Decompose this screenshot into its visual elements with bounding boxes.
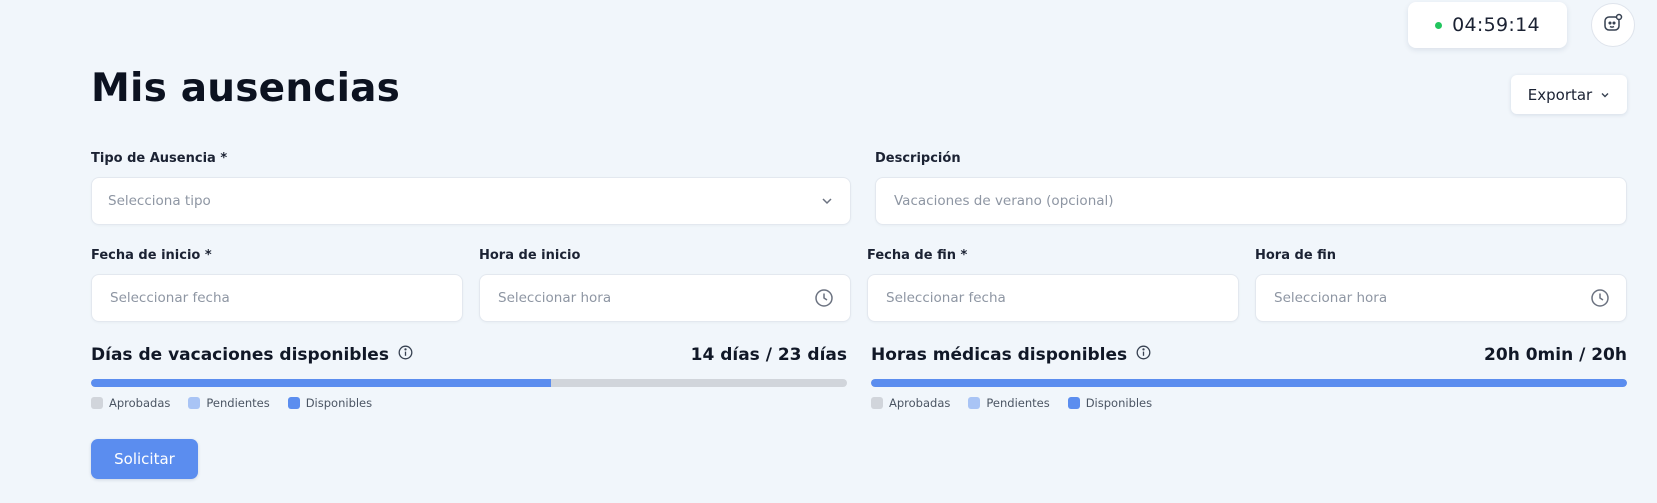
absence-type-select[interactable]: Selecciona tipo [91, 177, 851, 225]
legend-item-approved: Aprobadas [871, 396, 950, 410]
legend-label-approved: Aprobadas [109, 396, 171, 410]
description-placeholder: Vacaciones de verano (opcional) [894, 193, 1114, 209]
legend-item-available: Disponibles [1067, 396, 1153, 410]
medical-value: 20h 0min / 20h [1484, 345, 1627, 365]
description-input[interactable]: Vacaciones de verano (opcional) [875, 177, 1627, 225]
medical-section-title: Horas médicas disponibles [871, 345, 1151, 365]
start-time-input[interactable]: Seleccionar hora [479, 274, 851, 322]
export-button[interactable]: Exportar [1511, 75, 1627, 114]
start-date-placeholder: Seleccionar fecha [110, 290, 230, 306]
absence-type-label: Tipo de Ausencia * [91, 151, 228, 166]
start-time-placeholder: Seleccionar hora [498, 290, 612, 306]
work-timer[interactable]: 04:59:14 [1408, 2, 1567, 48]
end-time-placeholder: Seleccionar hora [1274, 290, 1388, 306]
legend-item-pending: Pendientes [968, 396, 1050, 410]
avatar-button[interactable] [1591, 3, 1635, 47]
vacation-value: 14 días / 23 días [690, 345, 847, 365]
vacation-legend: Aprobadas Pendientes Disponibles [91, 396, 372, 410]
clock-icon[interactable] [1590, 288, 1610, 308]
end-date-label: Fecha de fin * [867, 248, 968, 263]
end-time-input[interactable]: Seleccionar hora [1255, 274, 1627, 322]
legend-swatch-pending [968, 397, 981, 409]
end-date-placeholder: Seleccionar fecha [886, 290, 1006, 306]
clock-icon[interactable] [814, 288, 834, 308]
legend-label-available: Disponibles [305, 396, 373, 410]
legend-label-pending: Pendientes [206, 396, 270, 410]
legend-item-available: Disponibles [287, 396, 373, 410]
vacation-title-text: Días de vacaciones disponibles [91, 345, 389, 365]
submit-label: Solicitar [114, 450, 175, 468]
vacation-section-title: Días de vacaciones disponibles [91, 345, 413, 365]
timer-value: 04:59:14 [1452, 14, 1540, 36]
export-label: Exportar [1527, 85, 1593, 104]
legend-item-approved: Aprobadas [91, 396, 170, 410]
start-date-input[interactable]: Seleccionar fecha [91, 274, 463, 322]
start-date-label: Fecha de inicio * [91, 248, 212, 263]
user-status-icon [1602, 12, 1624, 38]
description-label: Descripción [875, 151, 961, 166]
page: 04:59:14 Mis ausencias Exportar Tipo de … [0, 0, 1657, 503]
medical-progress-fill [871, 379, 1627, 387]
submit-button[interactable]: Solicitar [91, 439, 198, 479]
status-dot [1435, 21, 1443, 29]
chevron-down-icon [820, 194, 834, 208]
vacation-progress-fill [91, 379, 552, 387]
info-icon[interactable] [398, 345, 413, 365]
info-icon[interactable] [1136, 345, 1151, 365]
medical-progress-bar [871, 379, 1627, 387]
legend-swatch-available [1067, 397, 1080, 409]
legend-label-pending: Pendientes [986, 396, 1050, 410]
legend-label-available: Disponibles [1085, 396, 1153, 410]
legend-swatch-approved [91, 397, 103, 409]
page-title: Mis ausencias [91, 66, 401, 111]
start-time-label: Hora de inicio [479, 248, 581, 263]
legend-swatch-available [287, 397, 300, 409]
medical-title-text: Horas médicas disponibles [871, 345, 1128, 365]
legend-item-pending: Pendientes [188, 396, 270, 410]
legend-swatch-approved [871, 397, 883, 409]
chevron-down-icon [1600, 86, 1610, 104]
end-date-input[interactable]: Seleccionar fecha [867, 274, 1239, 322]
medical-legend: Aprobadas Pendientes Disponibles [871, 396, 1152, 410]
vacation-progress-bar [91, 379, 847, 387]
legend-swatch-pending [188, 397, 201, 409]
absence-type-placeholder: Selecciona tipo [108, 193, 211, 209]
legend-label-approved: Aprobadas [889, 396, 951, 410]
end-time-label: Hora de fin [1255, 248, 1337, 263]
